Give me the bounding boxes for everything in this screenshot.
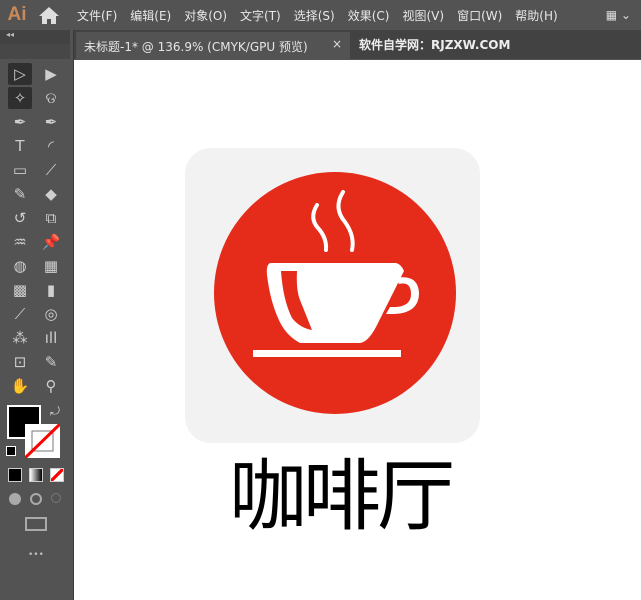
arc-tool-icon[interactable]: ◜ [39,135,63,157]
color-mode-button[interactable] [8,468,22,482]
artboard-tool-icon[interactable]: ⊡ [8,351,32,373]
column-graph-tool-icon[interactable]: ıll [39,327,63,349]
shape-builder-tool-icon[interactable]: ◍ [8,255,32,277]
none-mode-button[interactable] [50,468,64,482]
menu-effect[interactable]: 效果(C) [348,7,390,24]
menu-window[interactable]: 窗口(W) [457,7,502,24]
panel-grip[interactable] [0,44,70,59]
saucer [253,350,401,357]
artwork-title: 咖啡厅 [228,452,455,542]
warp-tool-icon[interactable]: ♒ [8,231,32,253]
app-logo: Ai [7,4,27,25]
screen-mode-icon[interactable] [25,517,47,531]
close-tab-icon[interactable]: × [332,37,342,51]
puppet-warp-tool-icon[interactable]: 📌 [39,231,63,253]
menu-edit[interactable]: 编辑(E) [130,7,171,24]
menu-object[interactable]: 对象(O) [184,7,227,24]
watermark-text: 软件自学网：RJZXW.COM [359,38,511,52]
eraser-tool-icon[interactable]: ◆ [39,183,63,205]
symbol-sprayer-tool-icon[interactable]: ⁂ [8,327,32,349]
menu-select[interactable]: 选择(S) [294,7,335,24]
menu-view[interactable]: 视图(V) [402,7,444,24]
pencil-tool-icon[interactable]: ✎ [8,183,32,205]
workspace-switcher-icon[interactable]: ▦ ⌄ [606,8,631,22]
menu-file[interactable]: 文件(F) [77,7,117,24]
rotate-tool-icon[interactable]: ↺ [8,207,32,229]
draw-inside-icon[interactable] [51,493,61,503]
hand-tool-icon[interactable]: ✋ [8,375,32,397]
default-colors-icon[interactable] [6,446,16,456]
draw-normal-icon[interactable] [9,493,21,505]
menu-type[interactable]: 文字(T) [240,7,281,24]
more-tools-button[interactable]: ••• [28,550,44,560]
magic-wand-tool-icon[interactable]: ✧ [8,87,32,109]
document-tab[interactable]: 未标题-1* @ 136.9% (CMYK/GPU 预览) × [76,32,350,59]
document-tab-title: 未标题-1* @ 136.9% (CMYK/GPU 预览) [84,40,308,54]
tools-panel: ◂◂ ▷ ▶ ✧ ଡ ✒ ✒ T ◜ ▭ ⟋ ✎ ◆ ↺ ⧉ ♒ 📌 ◍ ▦ ▩ ▮ ⟋ ◎ ⁂ ıll ⊡ ✎ ✋ ⚲ ⤾ ••• [0,30,74,600]
gradient-mode-button[interactable] [29,468,43,482]
home-icon[interactable] [38,5,64,25]
swap-colors-icon[interactable]: ⤾ [50,404,60,419]
blend-tool-icon[interactable]: ◎ [39,303,63,325]
rectangle-tool-icon[interactable]: ▭ [8,159,32,181]
gradient-tool-icon[interactable]: ▮ [39,279,63,301]
artboard-canvas[interactable]: 咖啡厅 [74,60,641,600]
draw-behind-icon[interactable] [30,493,42,505]
eyedropper-tool-icon[interactable]: ⟋ [8,303,32,325]
direct-selection-tool-icon[interactable]: ▶ [39,63,63,85]
curvature-tool-icon[interactable]: ✒ [39,111,63,133]
type-tool-icon[interactable]: T [8,135,32,157]
menu-help[interactable]: 帮助(H) [515,7,557,24]
mesh-tool-icon[interactable]: ▩ [8,279,32,301]
collapse-panel-button[interactable]: ◂◂ [0,30,70,44]
scale-tool-icon[interactable]: ⧉ [39,207,63,229]
menu-bar: Ai 文件(F) 编辑(E) 对象(O) 文字(T) 选择(S) 效果(C) 视… [0,0,641,30]
selection-tool-icon[interactable]: ▷ [8,63,32,85]
paintbrush-tool-icon[interactable]: ⟋ [39,159,63,181]
pen-tool-icon[interactable]: ✒ [8,111,32,133]
lasso-tool-icon[interactable]: ଡ [39,87,63,109]
slice-tool-icon[interactable]: ✎ [39,351,63,373]
zoom-tool-icon[interactable]: ⚲ [39,375,63,397]
stroke-swatch[interactable] [25,424,60,458]
perspective-grid-tool-icon[interactable]: ▦ [39,255,63,277]
tab-bar: 未标题-1* @ 136.9% (CMYK/GPU 预览) × 软件自学网：RJ… [74,30,641,59]
